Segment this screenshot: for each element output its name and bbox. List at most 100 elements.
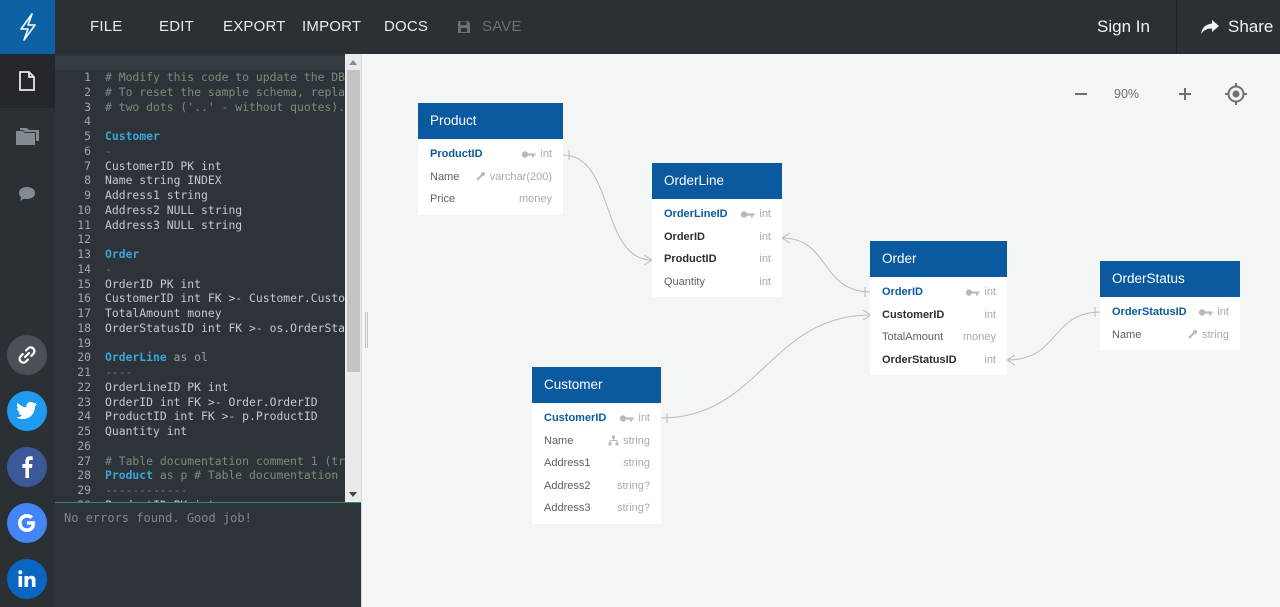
code-line[interactable]: Address3 NULL string [105, 218, 345, 233]
index-icon [475, 172, 485, 181]
code-line[interactable]: ProductID int FK >- p.ProductID [105, 409, 345, 424]
linkedin-share-button[interactable] [7, 559, 47, 599]
column-name: Name [544, 434, 574, 447]
code-line[interactable]: TotalAmount money [105, 306, 345, 321]
comment-icon[interactable] [17, 184, 37, 204]
key-icon [966, 289, 980, 296]
column-type-label: string [1202, 328, 1229, 341]
code-line[interactable]: # two dots ('..' - without quotes). [105, 100, 345, 115]
line-number: 24 [77, 409, 91, 424]
code-line[interactable]: # To reset the sample schema, replace ev… [105, 85, 345, 100]
zoom-in-button[interactable] [1175, 84, 1195, 104]
column-type: int [984, 304, 996, 327]
scroll-up-arrow-icon[interactable] [349, 60, 357, 65]
code-line[interactable]: Name string INDEX [105, 173, 345, 188]
code-line[interactable]: OrderID PK int [105, 277, 345, 292]
table-order[interactable]: Order OrderID int CustomerID int TotalAmount… [870, 241, 1007, 375]
table-column-row[interactable]: Address3 string? [532, 497, 661, 520]
fit-to-screen-button[interactable] [1223, 81, 1249, 107]
copy-link-button[interactable] [7, 335, 47, 375]
table-header[interactable]: Product [418, 103, 563, 139]
table-column-row[interactable]: OrderLineID int [652, 203, 782, 226]
menu-docs[interactable]: DOCS [384, 0, 428, 54]
share-button[interactable]: Share [1200, 0, 1273, 54]
code-line[interactable]: Address1 string [105, 188, 345, 203]
table-column-row[interactable]: OrderID int [652, 226, 782, 249]
table-column-row[interactable]: Address2 string? [532, 475, 661, 498]
table-column-row[interactable]: ProductID int [418, 143, 563, 166]
code-line[interactable]: # Modify this code to update the DB sche… [105, 70, 345, 85]
table-column-row[interactable]: CustomerID int [870, 304, 1007, 327]
table-column-row[interactable]: OrderID int [870, 281, 1007, 304]
code-line[interactable]: Customer [105, 129, 345, 144]
scroll-down-arrow-icon[interactable] [349, 492, 357, 497]
table-orderstatus[interactable]: OrderStatus OrderStatusID int Name string [1100, 261, 1240, 350]
table-column-row[interactable]: Price money [418, 188, 563, 211]
code-line[interactable]: ---- [105, 365, 345, 380]
code-line[interactable] [105, 232, 345, 247]
table-column-row[interactable]: Name string [532, 430, 661, 453]
table-column-row[interactable]: Name varchar(200) [418, 166, 563, 189]
menu-import[interactable]: IMPORT [302, 0, 361, 54]
code-line[interactable]: ------------ [105, 483, 345, 498]
code-line[interactable]: Quantity int [105, 424, 345, 439]
table-orderline[interactable]: OrderLine OrderLineID int OrderID int Produc… [652, 163, 782, 297]
table-customer[interactable]: Customer CustomerID int Name string Address1… [532, 367, 661, 524]
table-header[interactable]: Order [870, 241, 1007, 277]
code-line[interactable]: CustomerID PK int [105, 159, 345, 174]
menu-save[interactable]: SAVE [482, 0, 522, 54]
column-name: OrderStatusID [882, 353, 957, 366]
sign-in-button[interactable]: Sign In [1097, 0, 1150, 54]
code-line[interactable] [105, 336, 345, 351]
tree-index-icon [608, 435, 619, 446]
folders-icon[interactable] [15, 126, 41, 148]
table-column-row[interactable]: OrderStatusID int [1100, 301, 1240, 324]
table-header[interactable]: Customer [532, 367, 661, 403]
table-header[interactable]: OrderLine [652, 163, 782, 199]
menu-export[interactable]: EXPORT [223, 0, 286, 54]
menu-edit[interactable]: EDIT [159, 0, 194, 54]
code-line[interactable]: Order [105, 247, 345, 262]
column-name: Name [1112, 328, 1142, 341]
menu-file[interactable]: FILE [90, 0, 122, 54]
table-column-row[interactable]: OrderStatusID int [870, 349, 1007, 372]
editor-scrollbar-thumb[interactable] [347, 70, 360, 372]
table-column-row[interactable]: Name string [1100, 324, 1240, 347]
code-line[interactable]: - [105, 262, 345, 277]
zoom-out-button[interactable] [1071, 84, 1091, 104]
line-number: 7 [84, 158, 91, 173]
table-column-row[interactable]: ProductID int [652, 248, 782, 271]
code-line[interactable]: OrderID int FK >- Order.OrderID [105, 395, 345, 410]
table-column-row[interactable]: CustomerID int [532, 407, 661, 430]
app-logo[interactable] [0, 0, 55, 54]
table-product[interactable]: Product ProductID int Name varchar(200) Pric… [418, 103, 563, 215]
document-icon[interactable] [16, 70, 38, 92]
column-type: string [608, 430, 650, 453]
column-name: Quantity [664, 275, 705, 288]
twitter-share-button[interactable] [7, 391, 47, 431]
code-line[interactable]: Product as p # Table documentation comme… [105, 468, 345, 483]
code-line[interactable]: OrderLineID PK int [105, 380, 345, 395]
code-line[interactable]: OrderStatusID int FK >- os.OrderStatusID [105, 321, 345, 336]
table-column-row[interactable]: Address1 string [532, 452, 661, 475]
code-line[interactable]: Address2 NULL string [105, 203, 345, 218]
code-line[interactable]: CustomerID int FK >- Customer.CustomerID [105, 291, 345, 306]
facebook-share-button[interactable] [7, 447, 47, 487]
column-name: Price [430, 193, 456, 205]
line-number: 2 [84, 84, 91, 99]
table-header[interactable]: OrderStatus [1100, 261, 1240, 297]
column-type-label: varchar(200) [489, 170, 552, 183]
table-column-row[interactable]: TotalAmount money [870, 326, 1007, 349]
code-line[interactable]: # Table documentation comment 1 (try the… [105, 454, 345, 469]
code-line[interactable] [105, 439, 345, 454]
column-name: TotalAmount [882, 331, 944, 343]
google-share-button[interactable] [7, 503, 47, 543]
column-type: int [740, 203, 771, 226]
code-line[interactable] [105, 114, 345, 129]
facebook-f-icon [22, 456, 33, 478]
code-line[interactable]: OrderLine as ol [105, 350, 345, 365]
line-number: 29 [77, 483, 91, 497]
editor-code[interactable]: # Modify this code to update the DB sche… [105, 70, 345, 513]
table-column-row[interactable]: Quantity int [652, 271, 782, 294]
code-line[interactable]: - [105, 144, 345, 159]
